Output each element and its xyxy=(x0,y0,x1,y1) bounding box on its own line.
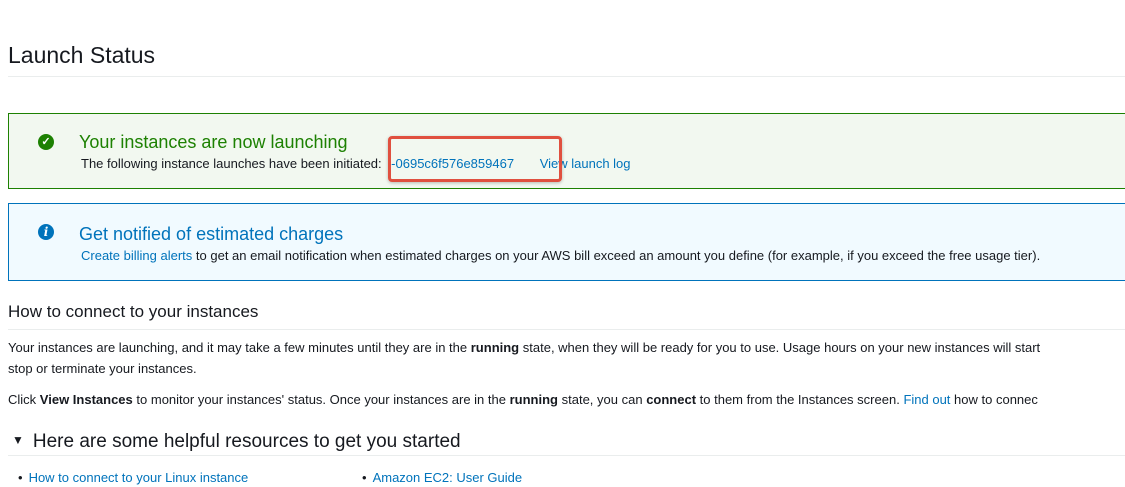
title-divider xyxy=(8,76,1125,77)
resources-heading-label: Here are some helpful resources to get y… xyxy=(32,431,461,452)
info-circle-icon: i xyxy=(38,224,54,240)
bullet-icon: • xyxy=(18,470,23,485)
success-alert-body: The following instance launches have bee… xyxy=(81,156,631,171)
resources-heading[interactable]: ▼ Here are some helpful resources to get … xyxy=(12,431,461,453)
resources-divider xyxy=(8,455,1125,456)
para1-text-1: Your instances are launching, and it may… xyxy=(8,340,468,355)
info-alert-heading: Get notified of estimated charges xyxy=(79,224,344,244)
view-instances-paragraph: Click View Instances to monitor your ins… xyxy=(8,389,1125,410)
connect-section-heading: How to connect to your instances xyxy=(8,302,259,321)
find-out-link[interactable]: Find out xyxy=(903,392,950,407)
para1-text-2: state, when they will be ready for you t… xyxy=(522,340,1041,355)
para2-text-1: Click xyxy=(8,392,37,407)
ec2-user-guide-link[interactable]: Amazon EC2: User Guide xyxy=(373,470,523,485)
resource-list-item: • How to connect to your Linux instance xyxy=(18,470,248,485)
para2-text-3: state, you can xyxy=(561,392,643,407)
success-alert-heading: Your instances are now launching xyxy=(79,132,348,152)
view-launch-log-link[interactable]: View launch log xyxy=(540,156,631,171)
caret-down-icon: ▼ xyxy=(12,433,24,447)
para2-text-4: to them from the Instances screen. xyxy=(699,392,900,407)
para1-bold-running: running xyxy=(470,340,520,355)
para2-bold-connect: connect xyxy=(646,392,697,407)
para1-text-3: stop or terminate your instances. xyxy=(8,361,197,376)
check-circle-icon: ✓ xyxy=(38,134,54,150)
page-title: Launch Status xyxy=(8,42,156,68)
resource-list-item: • Amazon EC2: User Guide xyxy=(362,470,522,485)
para2-text-5: how to connec xyxy=(954,392,1038,407)
para2-bold-view-instances: View Instances xyxy=(39,392,133,407)
info-alert-body: Create billing alerts to get an email no… xyxy=(81,248,1040,263)
instance-id-link[interactable]: i-0695c6f576e859467 xyxy=(388,156,514,171)
billing-info-alert: i Get notified of estimated charges Crea… xyxy=(8,203,1125,281)
create-billing-alerts-link[interactable]: Create billing alerts xyxy=(81,248,192,263)
section-divider xyxy=(8,329,1125,330)
bullet-icon: • xyxy=(362,470,367,485)
launching-paragraph: Your instances are launching, and it may… xyxy=(8,337,1125,379)
para2-text-2: to monitor your instances' status. Once … xyxy=(136,392,506,407)
info-alert-text: to get an email notification when estima… xyxy=(195,248,1041,263)
para2-bold-running: running xyxy=(509,392,558,407)
success-alert-text: The following instance launches have bee… xyxy=(81,156,382,171)
linux-connect-link[interactable]: How to connect to your Linux instance xyxy=(29,470,249,485)
launch-success-alert: ✓ Your instances are now launching The f… xyxy=(8,113,1125,189)
